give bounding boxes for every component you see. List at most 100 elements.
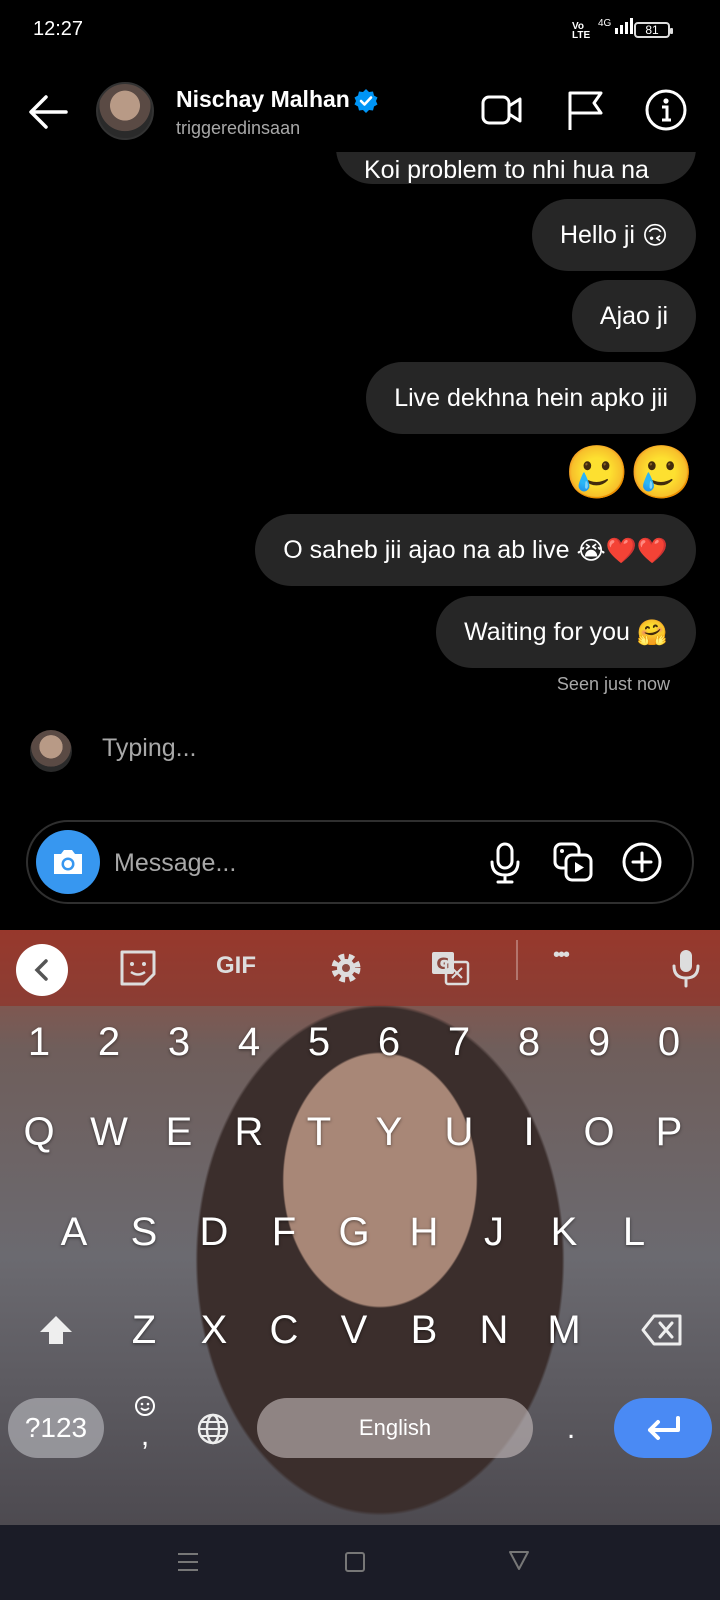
message-text: Koi problem to nhi hua na bbox=[364, 156, 649, 184]
crying-hearts-emoji: 😭❤️❤️ bbox=[576, 537, 668, 566]
message-bubble[interactable]: Hello ji 🙃 bbox=[531, 199, 696, 271]
key[interactable]: 7 bbox=[427, 1012, 491, 1072]
gallery-icon[interactable] bbox=[551, 840, 595, 884]
shift-icon[interactable] bbox=[36, 1310, 76, 1350]
settings-gear-icon[interactable] bbox=[324, 946, 368, 990]
key[interactable]: 0 bbox=[637, 1012, 701, 1072]
symbols-key[interactable]: ?123 bbox=[8, 1398, 104, 1458]
camera-button[interactable] bbox=[36, 830, 100, 894]
sticker-icon[interactable] bbox=[116, 946, 160, 990]
key[interactable]: V bbox=[322, 1300, 386, 1360]
volte-indicator: Vo LTE bbox=[572, 22, 591, 41]
key[interactable]: Y bbox=[357, 1102, 421, 1162]
key[interactable]: F bbox=[252, 1202, 316, 1262]
key[interactable]: H bbox=[392, 1202, 456, 1262]
message-bubble[interactable]: Live dekhna hein apko jii bbox=[366, 362, 696, 434]
key[interactable]: 8 bbox=[497, 1012, 561, 1072]
message-text: Ajao ji bbox=[599, 302, 668, 330]
voice-input-icon[interactable] bbox=[664, 946, 708, 990]
key[interactable]: E bbox=[147, 1102, 211, 1162]
status-time: 12:27 bbox=[33, 18, 84, 40]
key[interactable]: X bbox=[182, 1300, 246, 1360]
key[interactable]: S bbox=[112, 1202, 176, 1262]
key[interactable]: T bbox=[287, 1102, 351, 1162]
signal-icon: 4G bbox=[598, 18, 637, 34]
key[interactable]: 4 bbox=[217, 1012, 281, 1072]
contact-name[interactable]: Nischay Malhan bbox=[176, 86, 350, 113]
message-bubble[interactable]: Waiting for you 🤗 bbox=[436, 596, 696, 668]
report-flag-icon[interactable] bbox=[563, 88, 607, 132]
keyboard: GIF G ••• 1234567890 QWERTYUIOP ASDFGHJK… bbox=[0, 930, 720, 1525]
comma-label: , bbox=[140, 1419, 150, 1452]
key[interactable]: 9 bbox=[567, 1012, 631, 1072]
key[interactable]: 5 bbox=[287, 1012, 351, 1072]
key[interactable]: D bbox=[182, 1202, 246, 1262]
key[interactable]: 3 bbox=[147, 1012, 211, 1072]
hugging-face-emoji: 🤗 bbox=[636, 619, 668, 648]
globe-icon[interactable] bbox=[196, 1412, 230, 1446]
key[interactable]: O bbox=[567, 1102, 631, 1162]
network-type: 4G bbox=[598, 18, 612, 29]
message-bubble[interactable]: Ajao ji bbox=[571, 280, 696, 352]
message-text: Hello ji bbox=[559, 221, 635, 249]
battery-icon: 81 bbox=[634, 22, 673, 38]
emoji-message[interactable]: 🥲🥲 bbox=[565, 442, 695, 504]
info-icon[interactable] bbox=[644, 88, 688, 132]
more-options-button[interactable]: ••• bbox=[553, 944, 570, 967]
video-call-icon[interactable] bbox=[480, 88, 524, 132]
key[interactable]: M bbox=[532, 1300, 596, 1360]
toolbar-divider bbox=[516, 940, 518, 980]
key[interactable]: G bbox=[322, 1202, 386, 1262]
key[interactable]: U bbox=[427, 1102, 491, 1162]
message-bubble[interactable]: O saheb jii ajao na ab live 😭❤️❤️ bbox=[255, 514, 696, 586]
upside-down-face-emoji: 🙃 bbox=[641, 222, 668, 251]
key[interactable]: Q bbox=[7, 1102, 71, 1162]
period-key[interactable]: . bbox=[556, 1404, 586, 1454]
volte-bottom: LTE bbox=[572, 30, 591, 41]
microphone-icon[interactable] bbox=[483, 840, 527, 884]
key[interactable]: C bbox=[252, 1300, 316, 1360]
typing-indicator: Typing... bbox=[102, 734, 197, 762]
camera-icon bbox=[54, 850, 82, 874]
back-triangle-icon[interactable] bbox=[508, 1549, 530, 1571]
enter-key[interactable] bbox=[614, 1398, 712, 1458]
translate-icon[interactable]: G bbox=[428, 946, 472, 990]
toolbar-collapse-button[interactable] bbox=[16, 944, 68, 996]
space-bar[interactable]: English bbox=[257, 1398, 533, 1458]
emoji-comma-key[interactable]: , bbox=[133, 1394, 157, 1458]
key[interactable]: R bbox=[217, 1102, 281, 1162]
verified-badge-icon bbox=[354, 89, 378, 113]
chevron-left-icon bbox=[34, 959, 48, 981]
gif-button[interactable]: GIF bbox=[216, 952, 256, 980]
key[interactable]: L bbox=[602, 1202, 666, 1262]
back-arrow-icon[interactable] bbox=[26, 92, 70, 132]
key[interactable]: Z bbox=[112, 1300, 176, 1360]
key[interactable]: 2 bbox=[77, 1012, 141, 1072]
message-input[interactable] bbox=[112, 836, 466, 890]
key[interactable]: N bbox=[462, 1300, 526, 1360]
message-text: Waiting for you bbox=[464, 618, 630, 646]
key[interactable]: 6 bbox=[357, 1012, 421, 1072]
home-square-icon[interactable] bbox=[344, 1551, 366, 1573]
seen-status: Seen just now bbox=[556, 674, 670, 694]
system-nav-bar bbox=[0, 1525, 720, 1600]
backspace-icon[interactable] bbox=[640, 1312, 684, 1348]
message-text: Live dekhna hein apko jii bbox=[394, 384, 668, 412]
profile-avatar[interactable] bbox=[96, 82, 154, 140]
key[interactable]: P bbox=[637, 1102, 701, 1162]
recents-menu-icon[interactable] bbox=[176, 1551, 200, 1573]
key[interactable]: K bbox=[532, 1202, 596, 1262]
key[interactable]: B bbox=[392, 1300, 456, 1360]
enter-arrow-icon bbox=[648, 1416, 680, 1440]
svg-text:G: G bbox=[436, 954, 449, 973]
key[interactable]: I bbox=[497, 1102, 561, 1162]
key[interactable]: W bbox=[77, 1102, 141, 1162]
typing-avatar bbox=[30, 730, 72, 772]
message-text: O saheb jii ajao na ab live bbox=[283, 536, 570, 564]
status-bar: 12:27 Vo LTE 4G 81 bbox=[0, 0, 720, 64]
key[interactable]: J bbox=[462, 1202, 526, 1262]
contact-username[interactable]: triggeredinsaan bbox=[176, 118, 300, 139]
key[interactable]: A bbox=[42, 1202, 106, 1262]
add-circle-icon[interactable] bbox=[620, 840, 664, 884]
key[interactable]: 1 bbox=[7, 1012, 71, 1072]
